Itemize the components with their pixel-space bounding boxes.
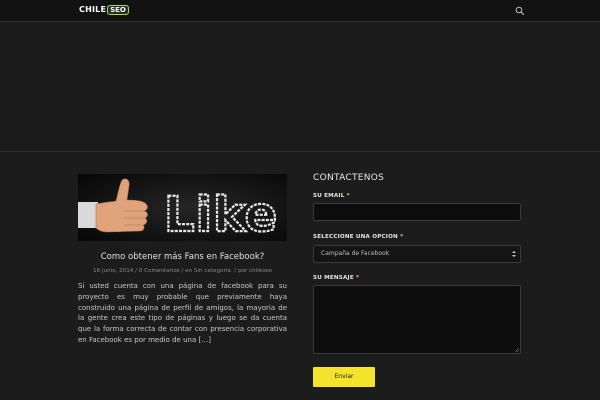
- submit-button[interactable]: Enviar: [313, 367, 375, 387]
- required-mark: *: [400, 234, 404, 240]
- thumbs-up-like-image: Like: [78, 174, 287, 241]
- post-meta: 16 junio, 2014 / 0 Comentarios / en Sin …: [93, 268, 272, 274]
- option-select[interactable]: Campaña de Facebook: [313, 245, 521, 263]
- post-author-link[interactable]: por chileseo: [238, 268, 272, 274]
- message-label: SU MENSAJE *: [313, 275, 359, 281]
- email-label-text: SU EMAIL: [313, 193, 345, 199]
- hero-banner: [0, 22, 600, 152]
- post-comments-link[interactable]: 0 Comentarios: [139, 268, 180, 274]
- logo-text: CHILE: [79, 5, 107, 14]
- contact-heading: CONTACTENOS: [313, 173, 385, 183]
- required-mark: *: [346, 193, 350, 199]
- post-title-link[interactable]: Como obtener más Fans en Facebook?: [78, 252, 287, 263]
- message-label-text: SU MENSAJE: [313, 275, 354, 281]
- required-mark: *: [356, 275, 360, 281]
- post-excerpt: Si usted cuenta con una página de facebo…: [78, 282, 287, 344]
- post-category-link[interactable]: en Sin categoría: [185, 268, 231, 274]
- search-icon[interactable]: [515, 6, 525, 16]
- site-header: CHILE SEO: [0, 0, 600, 22]
- logo-badge: SEO: [107, 4, 129, 15]
- like-chalk-text: Like: [164, 187, 278, 241]
- site-logo[interactable]: CHILE SEO: [79, 4, 129, 15]
- option-label: SELECCIONE UNA OPCION *: [313, 234, 403, 240]
- email-input[interactable]: [313, 203, 521, 221]
- post-date: 16 junio, 2014: [93, 268, 134, 274]
- option-selected-value: Campaña de Facebook: [321, 250, 390, 257]
- post-thumbnail[interactable]: Like: [78, 174, 287, 241]
- option-label-text: SELECCIONE UNA OPCION: [313, 234, 398, 240]
- select-arrows-icon: [512, 250, 516, 258]
- email-label: SU EMAIL *: [313, 193, 350, 199]
- resize-handle-icon[interactable]: [514, 347, 519, 352]
- message-textarea[interactable]: [313, 285, 521, 354]
